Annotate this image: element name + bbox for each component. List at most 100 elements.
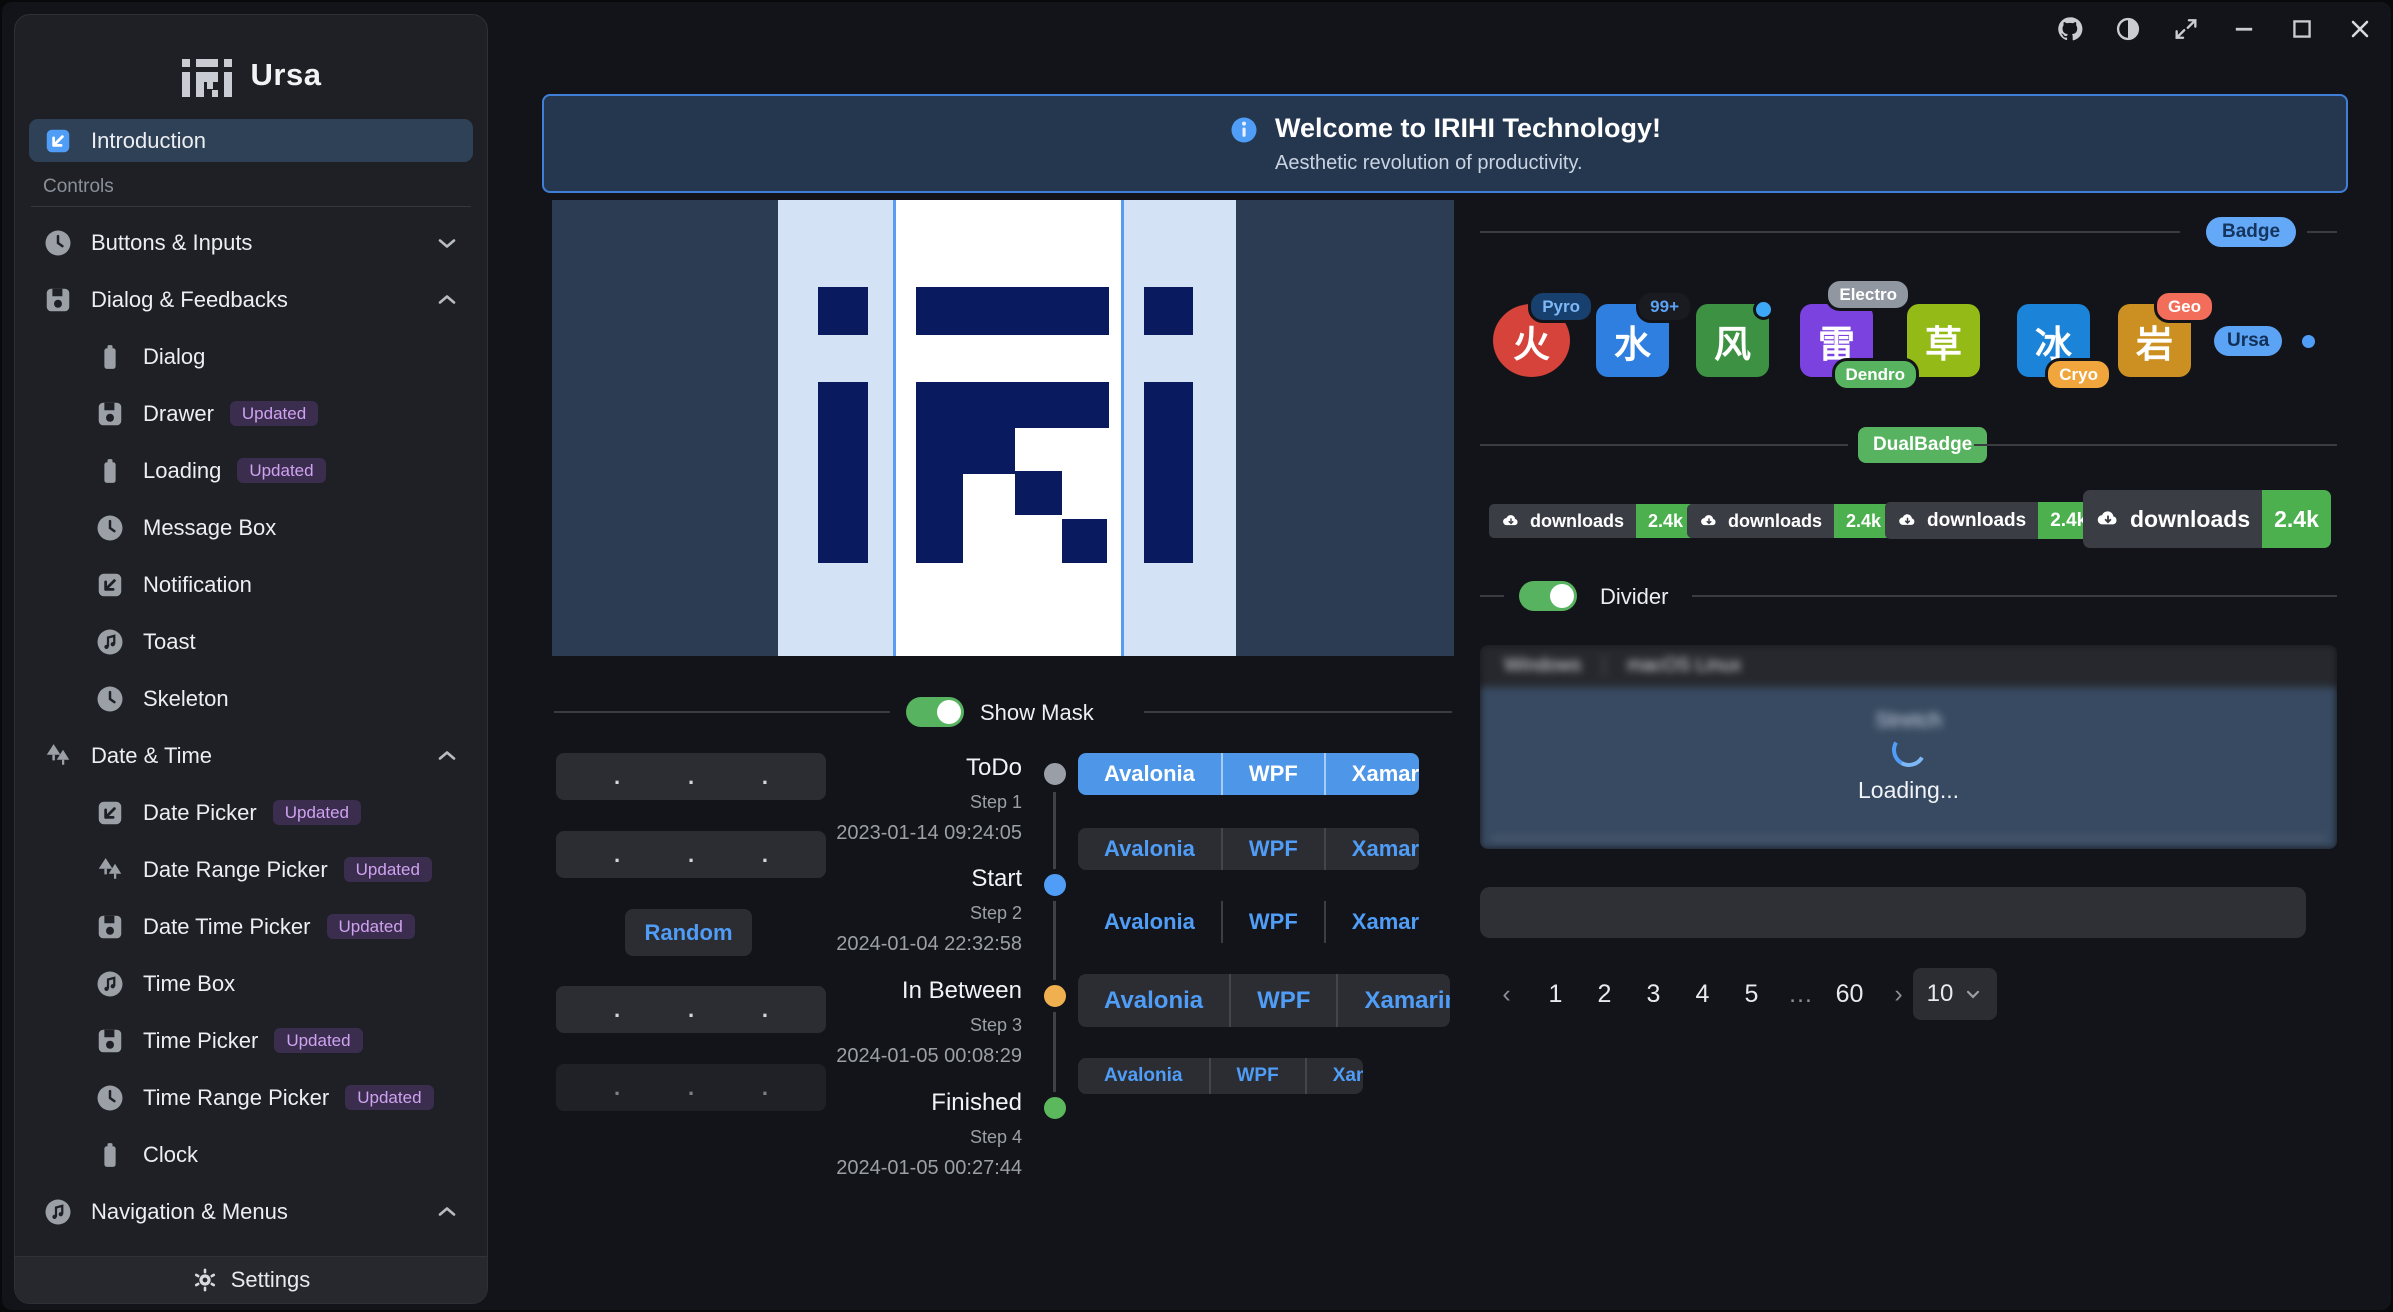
sidebar-item-date-time-picker[interactable]: Date Time PickerUpdated [29,905,473,948]
page-60[interactable]: 60 [1825,980,1874,1009]
corner-badge: Electro [1825,278,1911,311]
step-finished: Finished Step 4 2024-01-05 00:27:44 [552,1089,1022,1180]
wpf-button[interactable]: WPF [1229,974,1336,1027]
sidebar-item-toast[interactable]: Toast [29,620,473,663]
xamarin-button[interactable]: Xamarin [1336,974,1450,1027]
avalonia-button[interactable]: Avalonia [1078,974,1229,1027]
wpf-button[interactable]: WPF [1221,828,1324,870]
badge-tile-3: 风 [1696,304,1769,377]
dual-badge-label: downloads [1687,504,1834,538]
text-input[interactable] [1480,887,2306,938]
tab-windows[interactable]: Windows [1504,655,1581,677]
wpf-button[interactable]: WPF [1221,753,1324,795]
sidebar-menu: IntroductionControlsButtons & InputsDial… [15,119,487,1257]
pagination-prev[interactable]: ‹ [1482,980,1531,1009]
dual-badge-label: downloads [1489,504,1636,538]
divider-toggle[interactable] [1519,581,1577,611]
sidebar-item-date-range-picker[interactable]: Date Range PickerUpdated [29,848,473,891]
note-icon [95,627,125,657]
avalonia-button[interactable]: Avalonia [1078,828,1221,870]
step-todo: ToDo Step 1 2023-01-14 09:24:05 [552,754,1022,845]
step-dot [1039,758,1071,790]
wpf-button[interactable]: WPF [1209,1058,1305,1094]
sidebar-item-navigation-menus[interactable]: Navigation & Menus [29,1190,473,1233]
cloud-download-icon [1699,511,1719,531]
sidebar-item-notification[interactable]: Notification [29,563,473,606]
github-button[interactable] [2055,14,2085,44]
avalonia-button[interactable]: Avalonia [1078,1058,1209,1094]
sidebar-item-skeleton[interactable]: Skeleton [29,677,473,720]
updated-badge: Updated [327,914,415,939]
divider-line [1144,711,1452,713]
xamarin-button[interactable]: Xamarin [1324,828,1419,870]
expand-button[interactable] [2171,14,2201,44]
divider-line [1480,444,1848,446]
xamarin-button[interactable]: Xamarin [1305,1058,1363,1094]
divider-line [1974,444,2337,446]
divider-line [1480,595,1504,597]
sidebar-item-time-picker[interactable]: Time PickerUpdated [29,1019,473,1062]
tile-glyph: 草 [1925,314,1962,368]
step-dot [1039,1092,1071,1124]
page-4[interactable]: 4 [1678,980,1727,1009]
sidebar-item-drawer[interactable]: DrawerUpdated [29,392,473,435]
clock-icon [43,228,73,258]
page-ellipsis: … [1776,980,1825,1009]
sidebar-item-date-picker[interactable]: Date Picker Updated [29,791,473,834]
info-icon [1229,115,1259,145]
sidebar-item-time-box[interactable]: Time Box [29,962,473,1005]
sidebar-item-label: Loading [143,458,221,484]
show-mask-toggle[interactable] [906,697,964,727]
sidebar-item-dialog[interactable]: Dialog [29,335,473,378]
settings-button[interactable]: Settings [15,1256,487,1303]
sidebar-item-loading[interactable]: LoadingUpdated [29,449,473,492]
step-in-between: In Between Step 3 2024-01-05 00:08:29 [552,977,1022,1068]
sidebar-item-clock[interactable]: Clock [29,1133,473,1176]
avalonia-button[interactable]: Avalonia [1078,753,1221,795]
sidebar-item-time-range-picker[interactable]: Time Range PickerUpdated [29,1076,473,1119]
sidebar-item-label: Date Picker [143,800,257,826]
sidebar-item-introduction[interactable]: Introduction [29,119,473,162]
page-size-dropdown[interactable]: 10 [1913,968,1997,1020]
battery-icon [95,1140,125,1170]
page-5[interactable]: 5 [1727,980,1776,1009]
sidebar-item-dialog-feedbacks[interactable]: Dialog & Feedbacks [29,278,473,321]
sidebar-item-date-time[interactable]: Date & Time [29,734,473,777]
timebox-dot: . [762,842,768,868]
dual-badge-label: downloads [1885,502,2038,539]
tab-macos-linux[interactable]: macOS Linux [1627,655,1741,677]
note-icon [43,1197,73,1227]
updated-badge: Updated [273,800,361,825]
page-1[interactable]: 1 [1531,980,1580,1009]
xamarin-button[interactable]: Xamarin [1324,753,1419,795]
sidebar-item-label: Drawer [143,401,214,427]
maximize-icon [2288,15,2316,43]
trees-icon [95,855,125,885]
page-3[interactable]: 3 [1629,980,1678,1009]
step-timestamp: 2023-01-14 09:24:05 [552,822,1022,845]
sidebar: Ursa IntroductionControlsButtons & Input… [14,14,488,1304]
sidebar-item-message-box[interactable]: Message Box [29,506,473,549]
note-icon [95,969,125,999]
banner-subtitle: Aesthetic revolution of productivity. [1275,152,1661,175]
page-size-value: 10 [1927,980,1954,1008]
theme-toggle-button[interactable] [2113,14,2143,44]
page-2[interactable]: 2 [1580,980,1629,1009]
titlebar [2055,14,2375,44]
maximize-button[interactable] [2287,14,2317,44]
sidebar-item-label: Message Box [143,515,276,541]
divider-line [1692,595,2337,597]
avalonia-button[interactable]: Avalonia [1078,901,1221,943]
sidebar-item-buttons-inputs[interactable]: Buttons & Inputs [29,221,473,264]
close-icon [2346,15,2374,43]
dual-badge-1: downloads2.4k [1489,504,1695,538]
close-button[interactable] [2345,14,2375,44]
minimize-button[interactable] [2229,14,2259,44]
floppy-icon [43,285,73,315]
standalone-dot-badge [2302,335,2315,348]
step-dot [1039,980,1071,1012]
wpf-button[interactable]: WPF [1221,901,1324,943]
irihi-logo-image [552,200,1454,656]
xamarin-button[interactable]: Xamarin [1324,901,1419,943]
step-dot [1039,869,1071,901]
